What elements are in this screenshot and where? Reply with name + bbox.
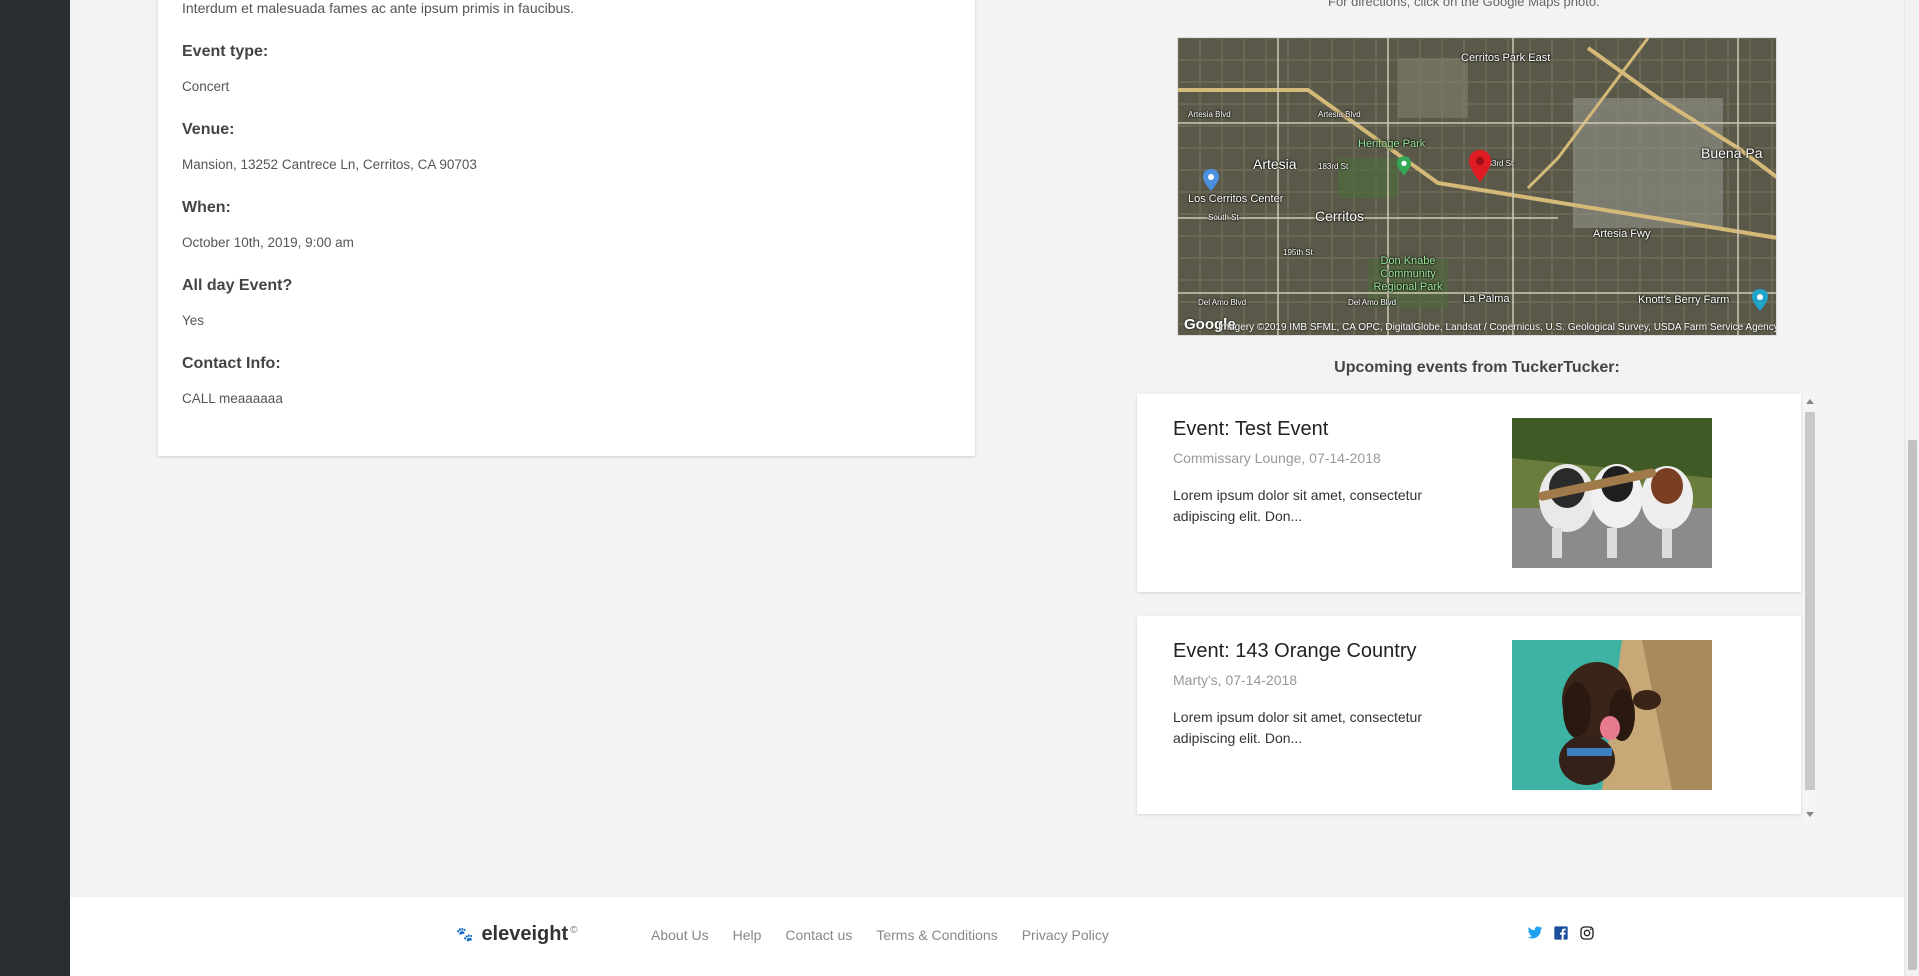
- all-day-value: Yes: [182, 313, 205, 328]
- park-pin-icon: [1397, 156, 1411, 176]
- footer: 🐾 eleveight © About Us Help Contact us T…: [70, 896, 1904, 976]
- map-directions-hint: For directions, click on the Google Maps…: [1328, 0, 1600, 9]
- copyright-mark: ©: [570, 925, 578, 936]
- paw-icon: 🐾: [456, 926, 474, 942]
- map-label-del-amo-blvd-west: Del Amo Blvd: [1198, 298, 1247, 307]
- footer-link-privacy-policy[interactable]: Privacy Policy: [1022, 927, 1109, 943]
- event-photo[interactable]: [1512, 640, 1712, 790]
- dog-in-pool-image: [1512, 640, 1712, 790]
- contact-info-value: CALL meaaaaaa: [182, 391, 283, 406]
- map-label-artesia-blvd: Artesia Blvd: [1318, 110, 1361, 119]
- footer-brand[interactable]: 🐾 eleveight ©: [456, 923, 578, 946]
- contact-info-label: Contact Info:: [182, 355, 281, 372]
- footer-links: About Us Help Contact us Terms & Conditi…: [651, 927, 1109, 943]
- map-marker-icon[interactable]: [1469, 150, 1491, 182]
- event-title[interactable]: Event: Test Event: [1173, 418, 1328, 441]
- venue-value: Mansion, 13252 Cantrece Ln, Cerritos, CA…: [182, 157, 477, 172]
- event-description-text: Interdum et malesuada fames ac ante ipsu…: [182, 0, 575, 16]
- google-map[interactable]: Cerritos Park East Heritage Park Artesia…: [1177, 37, 1777, 336]
- event-photo[interactable]: [1512, 418, 1712, 568]
- event-description: Lorem ipsum dolor sit amet, consectetur …: [1173, 487, 1422, 524]
- map-label-195th-st: 195th St: [1283, 248, 1313, 257]
- upcoming-events-list[interactable]: Event: Test Event Commissary Lounge, 07-…: [1137, 394, 1817, 822]
- event-card[interactable]: Event: 143 Orange Country Marty's, 07-14…: [1137, 616, 1801, 814]
- twitter-icon[interactable]: [1527, 925, 1543, 941]
- map-label-artesia-blvd-west: Artesia Blvd: [1188, 110, 1231, 119]
- map-label-knotts-berry-farm: Knott's Berry Farm: [1638, 294, 1730, 306]
- map-label-heritage-park: Heritage Park: [1358, 138, 1426, 150]
- footer-link-about-us[interactable]: About Us: [651, 927, 709, 943]
- attraction-pin-icon: [1752, 289, 1768, 311]
- event-type-label: Event type:: [182, 43, 269, 60]
- map-label-la-palma: La Palma: [1463, 293, 1510, 305]
- when-label: When:: [182, 199, 231, 216]
- map-label-south-st: South St: [1208, 213, 1239, 222]
- when-value: October 10th, 2019, 9:00 am: [182, 235, 354, 250]
- map-satellite-imagery: [1178, 38, 1776, 335]
- map-label-183rd-st-west: 183rd St: [1318, 162, 1349, 171]
- map-label-buena-park: Buena Pa: [1701, 145, 1763, 161]
- event-title[interactable]: Event: 143 Orange Country: [1173, 640, 1416, 663]
- all-day-label: All day Event?: [182, 277, 293, 294]
- shopping-pin-icon: [1203, 169, 1219, 191]
- page: Interdum et malesuada fames ac ante ipsu…: [70, 0, 1904, 976]
- map-label-del-amo-blvd: Del Amo Blvd: [1348, 298, 1397, 307]
- map-label-cerritos-park-east: Cerritos Park East: [1461, 52, 1551, 64]
- map-label-cerritos: Cerritos: [1315, 208, 1365, 224]
- venue-label: Venue:: [182, 121, 235, 138]
- brand-name: eleveight: [481, 923, 569, 945]
- event-details-card: Interdum et malesuada fames ac ante ipsu…: [158, 0, 975, 456]
- map-label-los-cerritos-center: Los Cerritos Center: [1188, 193, 1284, 205]
- events-scrollbar[interactable]: [1803, 394, 1817, 822]
- map-label-artesia-fwy: Artesia Fwy: [1593, 228, 1651, 240]
- event-type-value: Concert: [182, 79, 230, 94]
- left-sidebar: [0, 0, 70, 976]
- facebook-icon[interactable]: [1553, 925, 1569, 941]
- event-card[interactable]: Event: Test Event Commissary Lounge, 07-…: [1137, 394, 1801, 592]
- map-label-artesia: Artesia: [1253, 156, 1297, 172]
- page-scrollbar[interactable]: [1904, 0, 1919, 976]
- dogs-with-stick-image: [1512, 418, 1712, 568]
- map-label-don-knabe-park: Don Knabe Community Regional Park: [1373, 255, 1443, 293]
- footer-link-help[interactable]: Help: [733, 927, 762, 943]
- page-scroll-thumb[interactable]: [1908, 440, 1917, 970]
- event-meta: Commissary Lounge, 07-14-2018: [1173, 450, 1381, 466]
- footer-link-terms[interactable]: Terms & Conditions: [876, 927, 997, 943]
- event-description: Lorem ipsum dolor sit amet, consectetur …: [1173, 709, 1422, 746]
- instagram-icon[interactable]: [1579, 925, 1595, 941]
- event-meta: Marty's, 07-14-2018: [1173, 672, 1298, 688]
- events-scroll-thumb[interactable]: [1805, 412, 1815, 790]
- social-links: [1527, 925, 1595, 941]
- map-attribution: Imagery ©2019 IMB SFML, CA OPC, DigitalG…: [1218, 322, 1777, 333]
- upcoming-events-heading: Upcoming events from TuckerTucker:: [1334, 359, 1620, 376]
- footer-link-contact-us[interactable]: Contact us: [785, 927, 852, 943]
- scroll-down-icon[interactable]: [1806, 812, 1814, 817]
- scroll-up-icon[interactable]: [1806, 399, 1814, 404]
